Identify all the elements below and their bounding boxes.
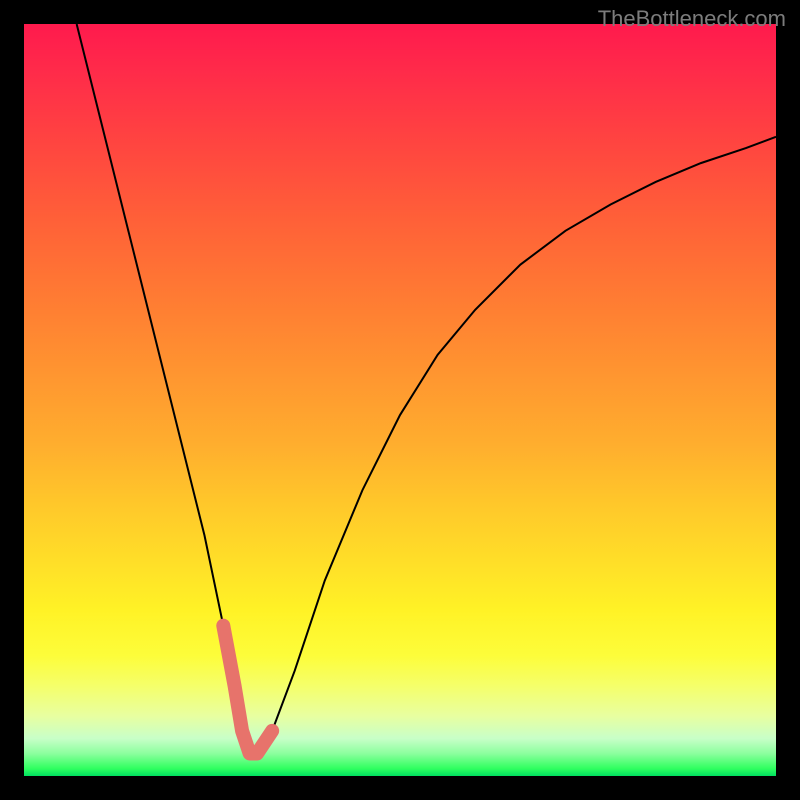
- chart-svg: [24, 24, 776, 776]
- watermark: TheBottleneck.com: [598, 6, 786, 32]
- valley-highlight: [223, 626, 272, 754]
- bottleneck-curve: [77, 24, 776, 753]
- plot-area: [24, 24, 776, 776]
